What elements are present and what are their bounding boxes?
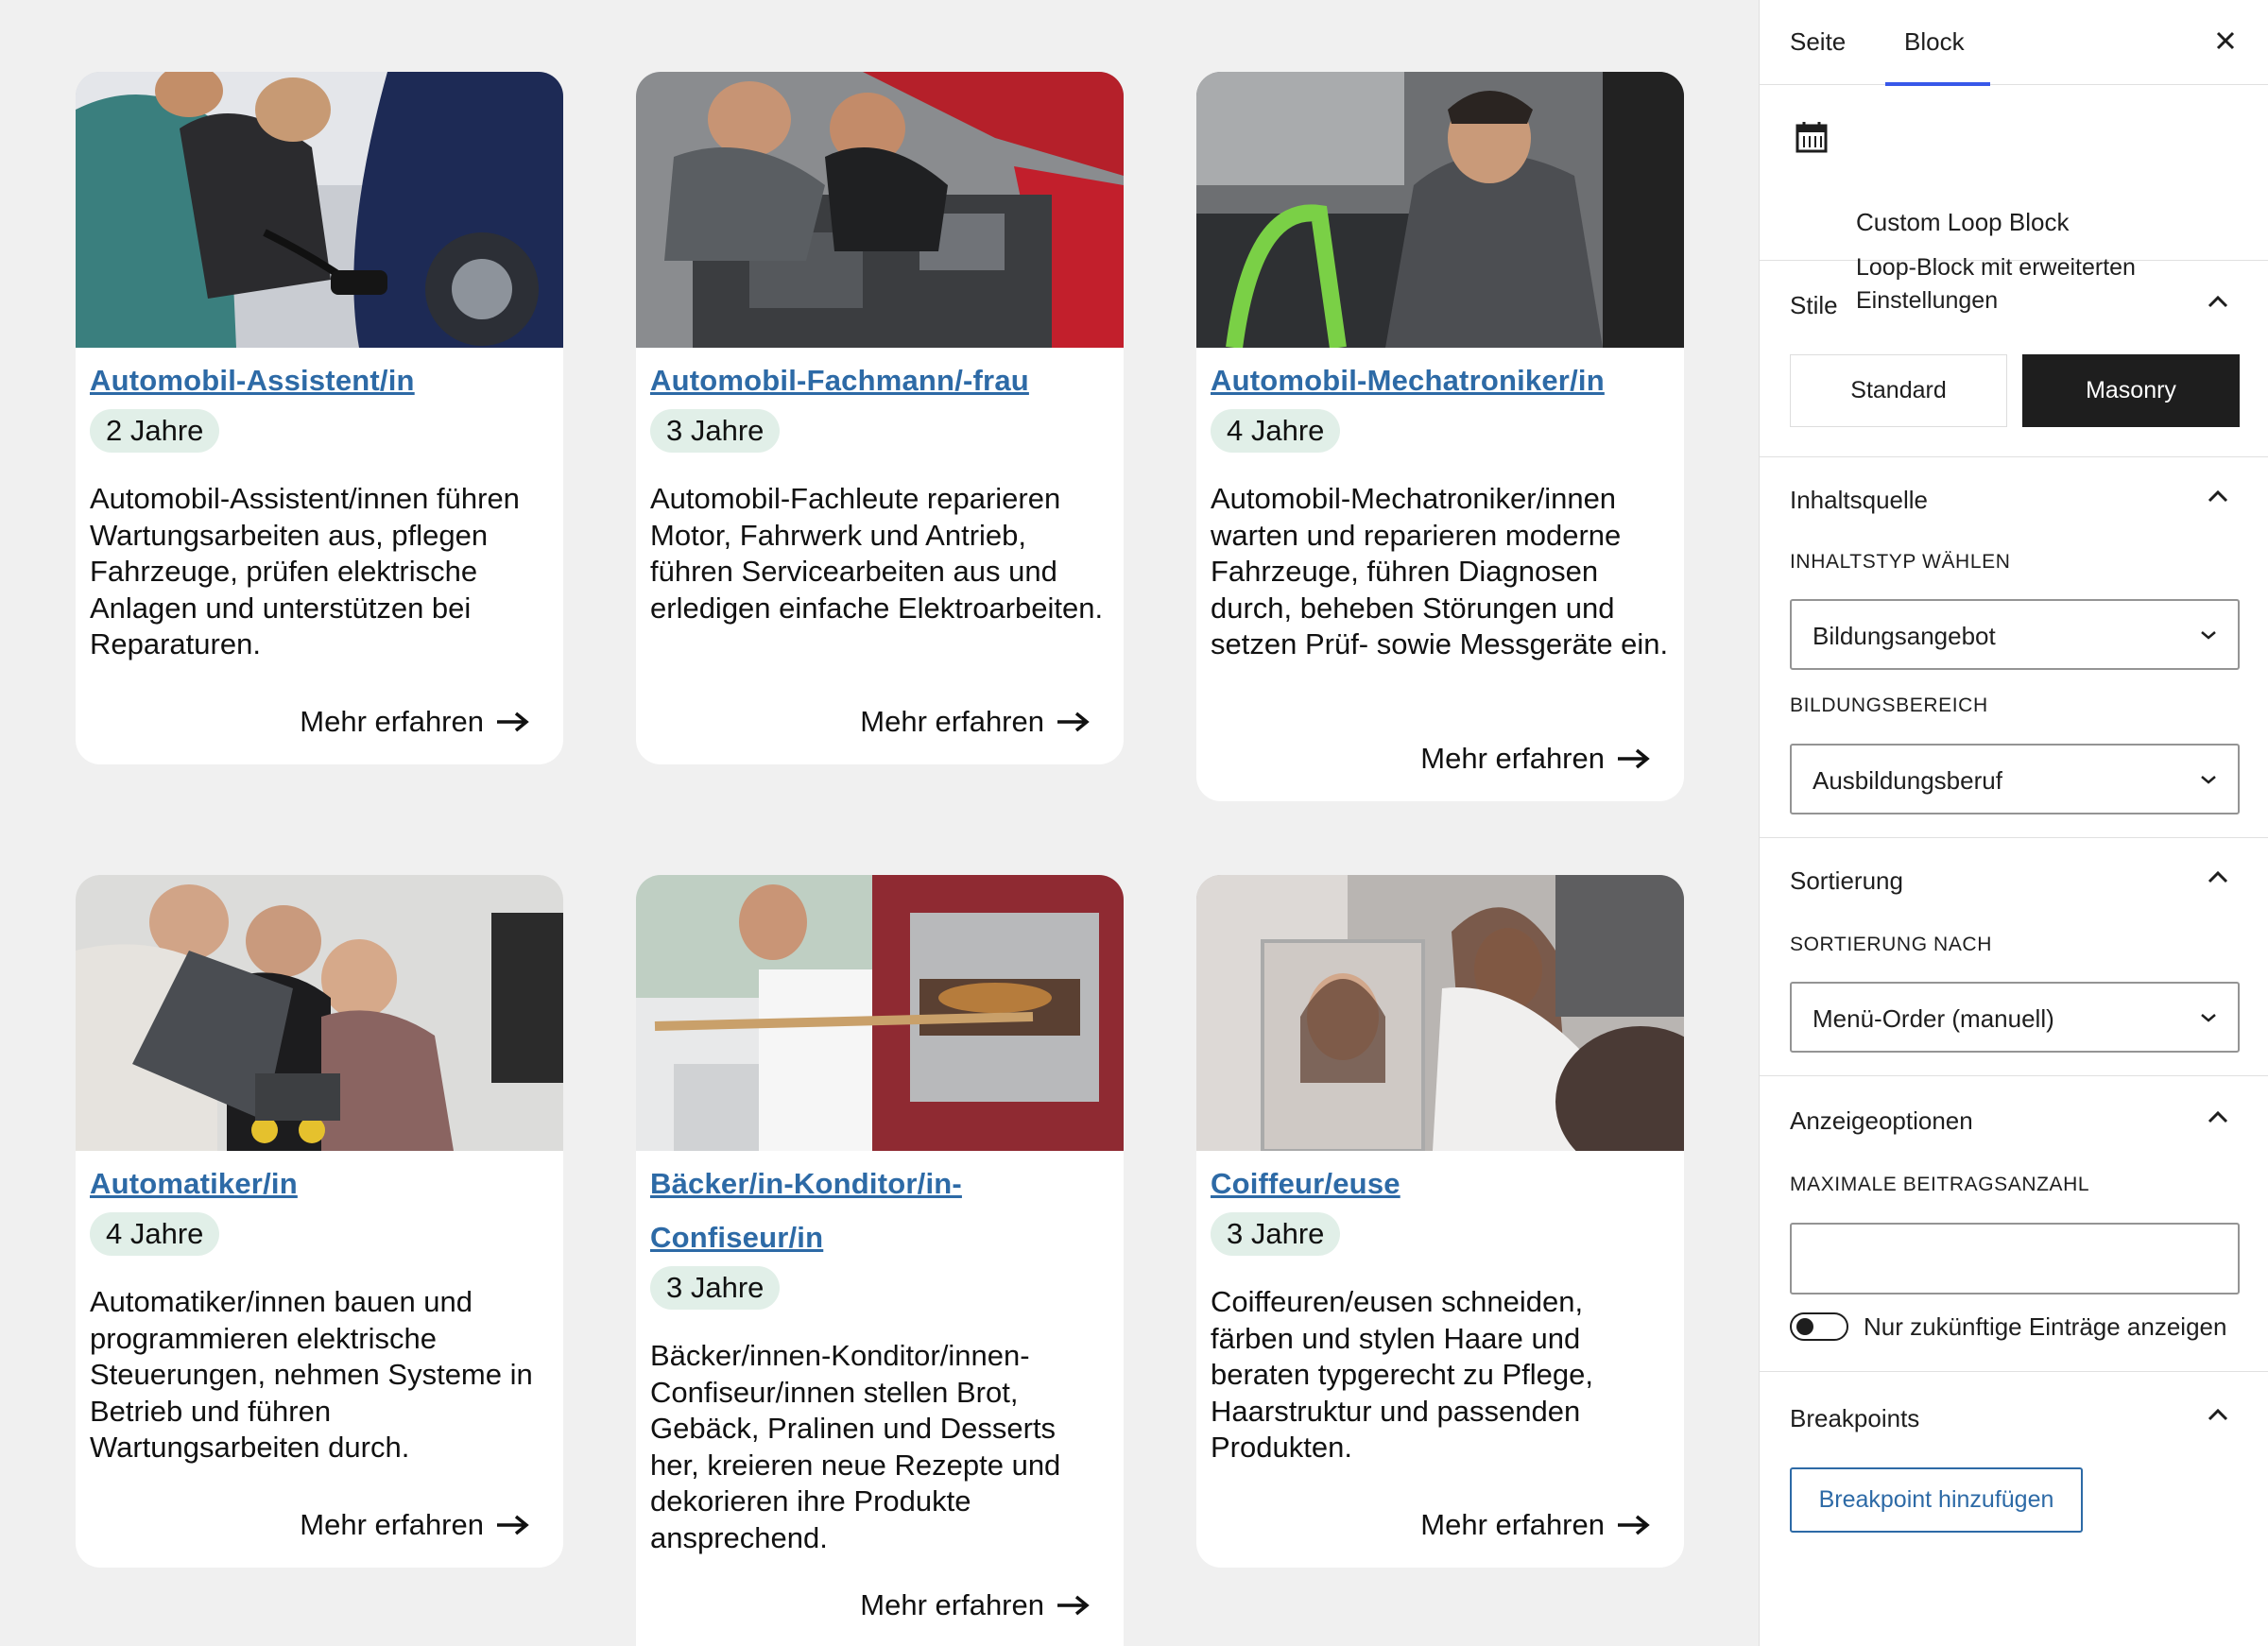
- card-title-link[interactable]: Automatiker/in: [90, 1157, 549, 1210]
- card-description: Automatiker/innen bauen und programmiere…: [90, 1285, 533, 1464]
- panel-title: Inhaltsquelle: [1790, 486, 1928, 514]
- card-automobil-fachmann: Automobil-Fachmann/-frau 3 Jahre Automob…: [636, 72, 1124, 764]
- chevron-up-icon: [2208, 1110, 2228, 1123]
- block-title: Custom Loop Block: [1856, 208, 2070, 236]
- card-title-link[interactable]: Automobil-Fachmann/-frau: [650, 353, 1109, 407]
- block-card: Custom Loop Block Loop-Block mit erweite…: [1760, 85, 2268, 314]
- panel-display-options: Anzeigeoptionen MAXIMALE BEITRAGSANZAHL …: [1760, 1076, 2268, 1372]
- chevron-down-icon: [2201, 1014, 2216, 1022]
- close-icon[interactable]: [2211, 26, 2240, 55]
- add-breakpoint-button[interactable]: Breakpoint hinzufügen: [1790, 1467, 2083, 1533]
- card-automobil-mechatroniker: Automobil-Mechatroniker/in 4 Jahre Autom…: [1196, 72, 1684, 801]
- calendar-icon: [1796, 122, 1828, 153]
- chevron-up-icon: [2208, 870, 2228, 883]
- more-link[interactable]: Mehr erfahren: [1420, 1508, 1650, 1542]
- arrow-right-icon: [1618, 748, 1650, 769]
- education-area-label: BILDUNGSBEREICH: [1790, 694, 1988, 716]
- card-image-hair-salon: [1196, 875, 1684, 1151]
- duration-badge: 4 Jahre: [1211, 409, 1341, 453]
- education-area-value: Ausbildungsberuf: [1813, 766, 2002, 795]
- more-link-label: Mehr erfahren: [1420, 1508, 1605, 1541]
- chevron-up-icon: [2208, 295, 2228, 308]
- chevron-down-icon: [2201, 631, 2216, 640]
- content-type-value: Bildungsangebot: [1813, 622, 1996, 650]
- education-area-select[interactable]: Ausbildungsberuf: [1790, 744, 2240, 814]
- max-posts-label: MAXIMALE BEITRAGSANZAHL: [1790, 1174, 2090, 1195]
- editor-canvas: Automobil-Assistent/in 2 Jahre Automobil…: [0, 0, 1759, 1646]
- card-image-laptop-robot: [76, 875, 563, 1151]
- arrow-right-icon: [1057, 1595, 1090, 1616]
- more-link[interactable]: Mehr erfahren: [860, 705, 1090, 739]
- more-link[interactable]: Mehr erfahren: [860, 1588, 1090, 1622]
- card-description: Bäcker/innen-Konditor/innen-Confiseur/in…: [650, 1339, 1061, 1554]
- chevron-up-icon: [2208, 489, 2228, 503]
- more-link[interactable]: Mehr erfahren: [300, 1508, 529, 1542]
- sidebar-tabs: Seite Block: [1760, 0, 2268, 86]
- sort-by-value: Menü-Order (manuell): [1813, 1004, 2054, 1033]
- card-image-workshop-tire: [76, 72, 563, 348]
- more-link-label: Mehr erfahren: [300, 1508, 484, 1541]
- card-automobil-assistent: Automobil-Assistent/in 2 Jahre Automobil…: [76, 72, 563, 764]
- panel-content-source: Inhaltsquelle INHALTSTYP WÄHLEN Bildungs…: [1760, 457, 2268, 838]
- more-link[interactable]: Mehr erfahren: [1420, 742, 1650, 776]
- duration-badge: 3 Jahre: [650, 1266, 781, 1310]
- panel-title: Anzeigeoptionen: [1790, 1106, 1973, 1135]
- panel-title: Sortierung: [1790, 866, 1903, 895]
- card-automatiker: Automatiker/in 4 Jahre Automatiker/innen…: [76, 875, 563, 1568]
- more-link-label: Mehr erfahren: [860, 1588, 1044, 1621]
- arrow-right-icon: [497, 1515, 529, 1535]
- toggle-knob: [1796, 1318, 1813, 1335]
- panel-display-options-header[interactable]: Anzeigeoptionen: [1760, 1076, 2268, 1161]
- tab-block[interactable]: Block: [1885, 0, 1989, 86]
- card-description: Coiffeuren/eusen schneiden, färben und s…: [1211, 1285, 1593, 1464]
- panel-styles: Stile Standard Masonry: [1760, 261, 2268, 457]
- tab-page[interactable]: Seite: [1790, 0, 1846, 85]
- arrow-right-icon: [1618, 1515, 1650, 1535]
- content-type-label: INHALTSTYP WÄHLEN: [1790, 551, 2011, 573]
- block-settings-sidebar: Seite Block Custom Loop Block Loop-Block…: [1759, 0, 2268, 1646]
- panel-title: Stile: [1790, 291, 1838, 319]
- style-masonry-button[interactable]: Masonry: [2022, 354, 2240, 427]
- card-baecker-konditor: Bäcker/in-Konditor/in-Confiseur/in 3 Jah…: [636, 875, 1124, 1646]
- more-link-label: Mehr erfahren: [300, 705, 484, 738]
- card-description: Automobil-Mechatroniker/innen warten und…: [1211, 482, 1669, 660]
- duration-badge: 3 Jahre: [650, 409, 781, 453]
- panel-styles-header[interactable]: Stile: [1760, 261, 2268, 346]
- arrow-right-icon: [1057, 712, 1090, 732]
- panel-breakpoints: Breakpoints Breakpoint hinzufügen: [1760, 1372, 2268, 1552]
- duration-badge: 2 Jahre: [90, 409, 220, 453]
- card-coiffeur: Coiffeur/euse 3 Jahre Coiffeuren/eusen s…: [1196, 875, 1684, 1568]
- panel-title: Breakpoints: [1790, 1404, 1920, 1432]
- card-image-engine-bay: [636, 72, 1124, 348]
- more-link[interactable]: Mehr erfahren: [300, 705, 529, 739]
- arrow-right-icon: [497, 712, 529, 732]
- sort-by-label: SORTIERUNG NACH: [1790, 934, 1992, 955]
- panel-content-source-header[interactable]: Inhaltsquelle: [1760, 457, 2268, 542]
- card-description: Automobil-Fachleute reparieren Motor, Fa…: [650, 482, 1104, 625]
- style-standard-button[interactable]: Standard: [1790, 354, 2007, 427]
- future-entries-toggle[interactable]: [1790, 1312, 1848, 1341]
- max-posts-input[interactable]: [1790, 1223, 2240, 1295]
- content-type-select[interactable]: Bildungsangebot: [1790, 599, 2240, 670]
- chevron-up-icon: [2208, 1408, 2228, 1421]
- panel-breakpoints-header[interactable]: Breakpoints: [1760, 1372, 2268, 1457]
- more-link-label: Mehr erfahren: [860, 705, 1044, 738]
- card-title-link[interactable]: Coiffeur/euse: [1211, 1157, 1670, 1210]
- card-image-mechatronic: [1196, 72, 1684, 348]
- future-entries-label: Nur zukünftige Einträge anzeigen: [1864, 1312, 2227, 1341]
- panel-sorting: Sortierung SORTIERUNG NACH Menü-Order (m…: [1760, 838, 2268, 1076]
- card-image-bakery-oven: [636, 875, 1124, 1151]
- duration-badge: 3 Jahre: [1211, 1212, 1341, 1256]
- panel-sorting-header[interactable]: Sortierung: [1760, 838, 2268, 923]
- card-description: Automobil-Assistent/innen führen Wartung…: [90, 482, 520, 660]
- card-title-link[interactable]: Bäcker/in-Konditor/in-Confiseur/in: [650, 1157, 962, 1264]
- sort-by-select[interactable]: Menü-Order (manuell): [1790, 982, 2240, 1053]
- card-title-link[interactable]: Automobil-Mechatroniker/in: [1211, 353, 1670, 407]
- duration-badge: 4 Jahre: [90, 1212, 220, 1256]
- more-link-label: Mehr erfahren: [1420, 742, 1605, 775]
- card-title-link[interactable]: Automobil-Assistent/in: [90, 353, 549, 407]
- chevron-down-icon: [2201, 776, 2216, 784]
